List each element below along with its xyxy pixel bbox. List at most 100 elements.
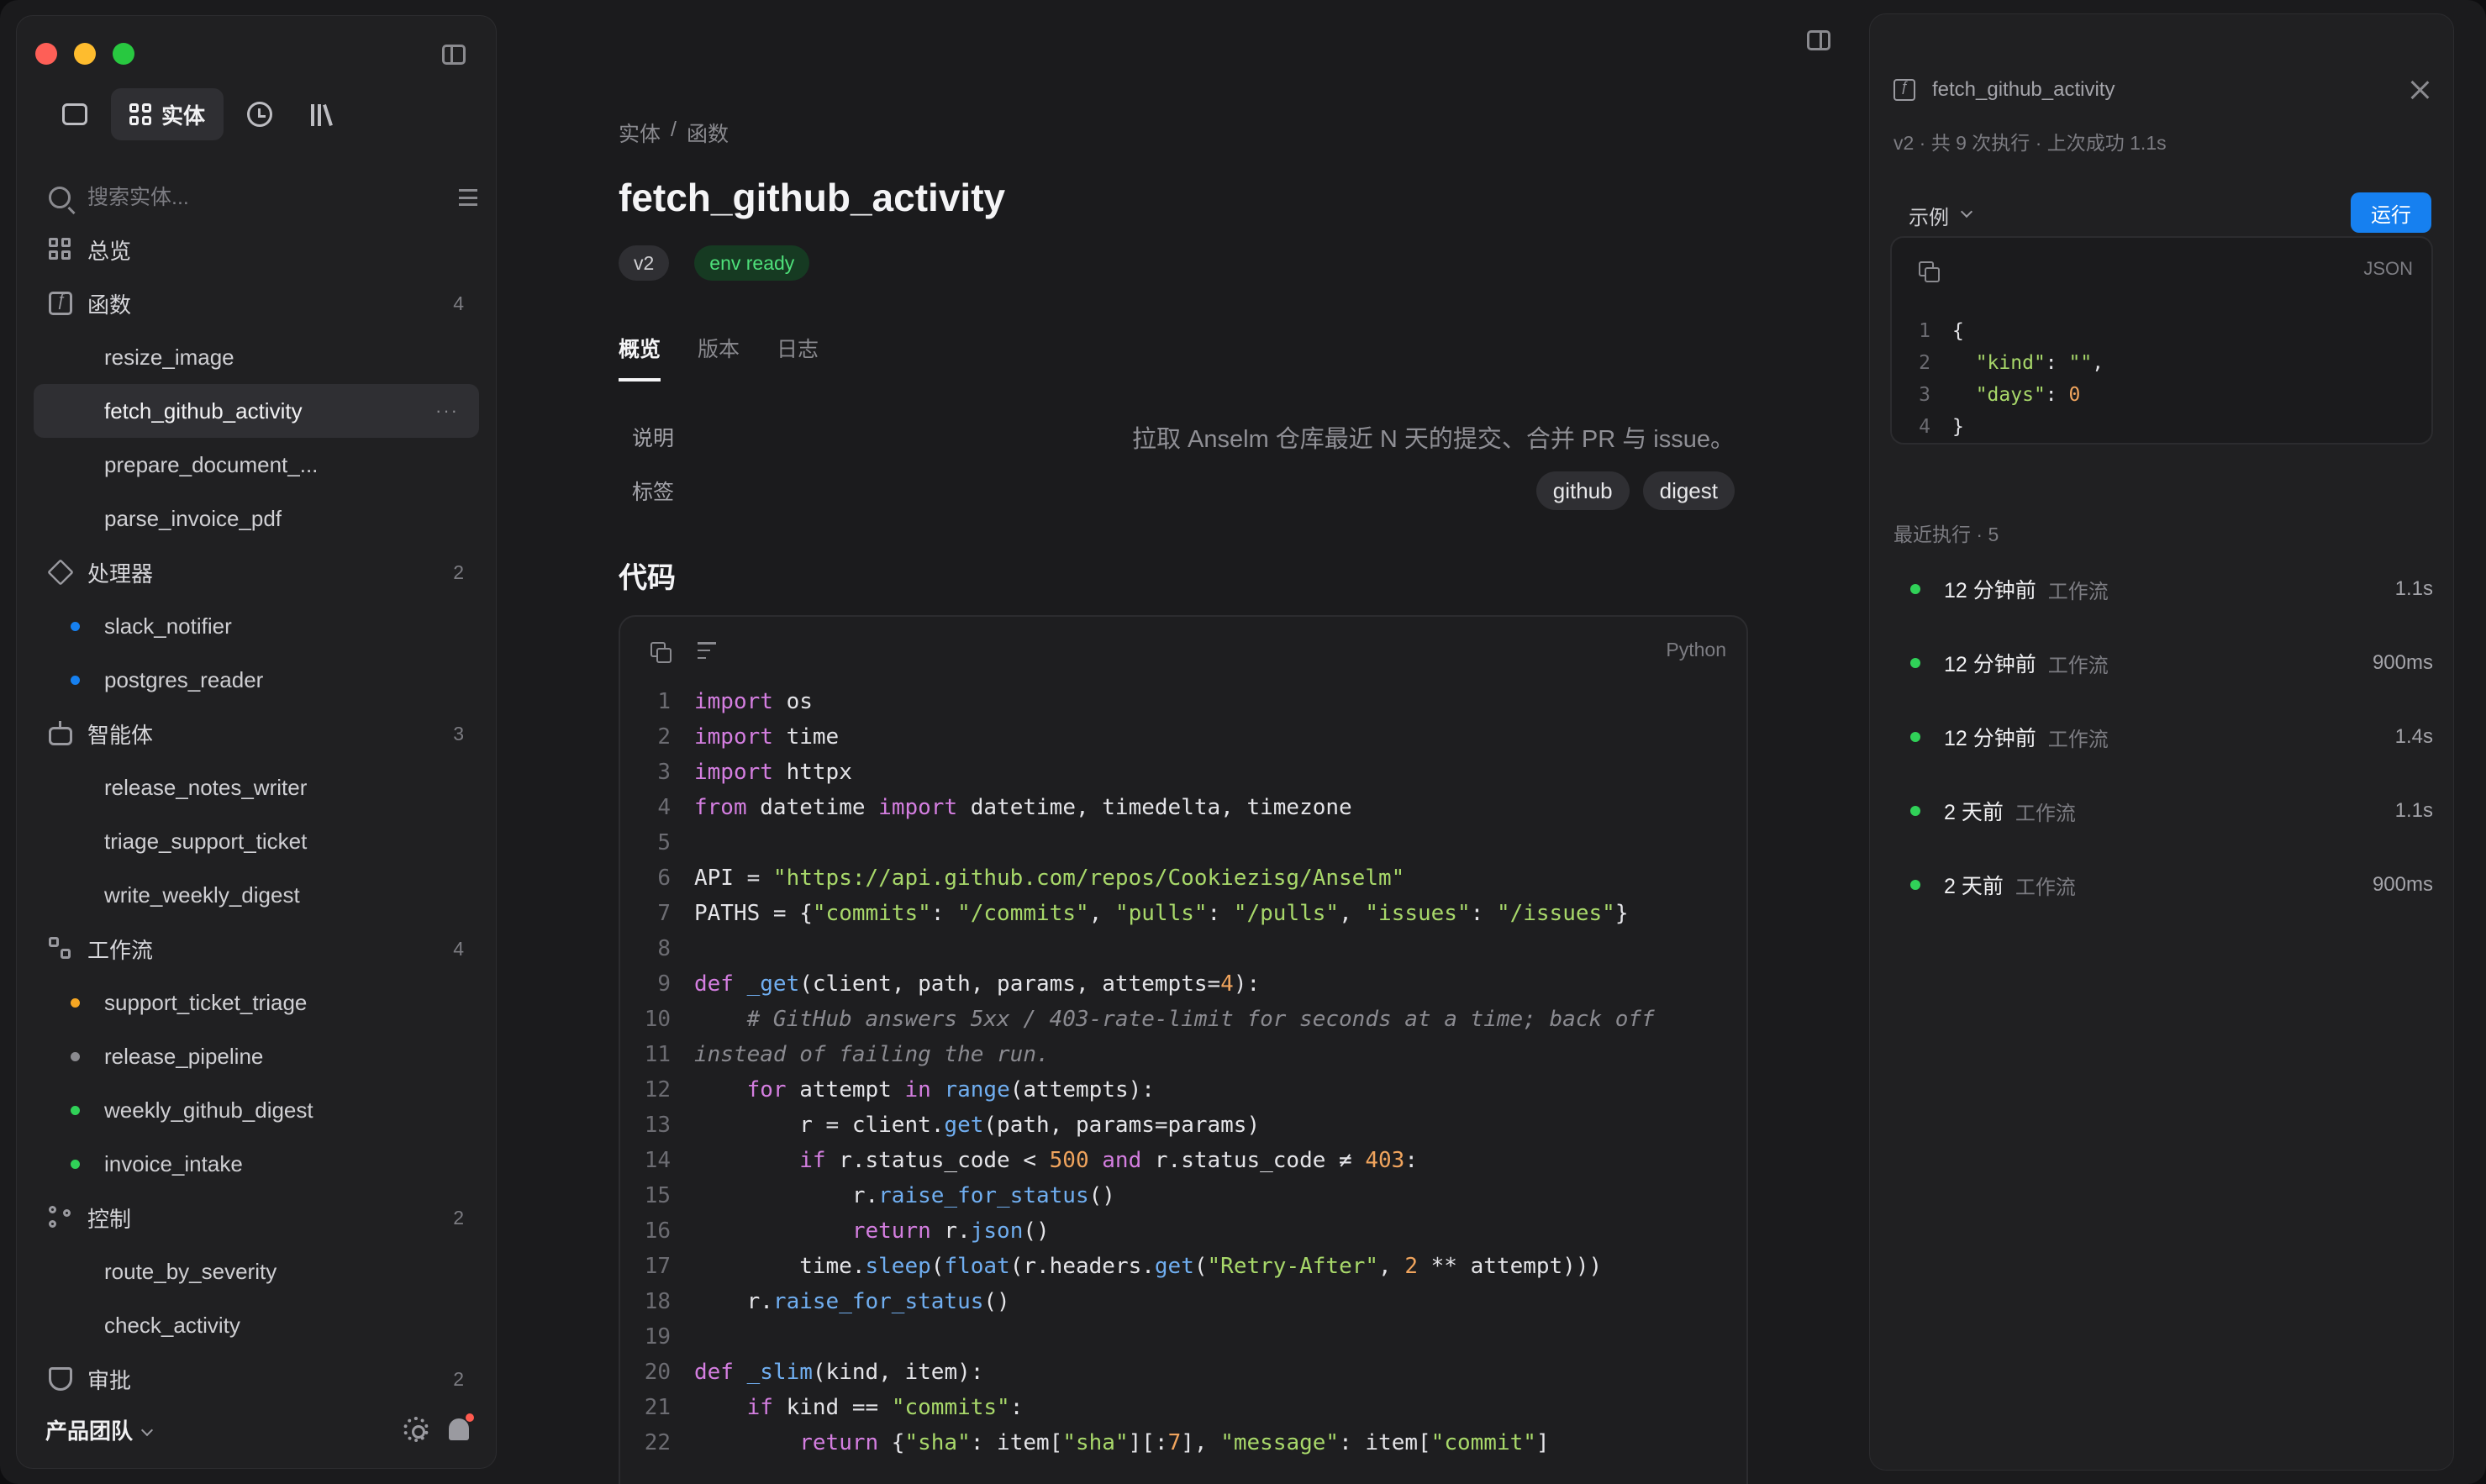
run-row[interactable]: 2 天前 工作流 1.1s [1893,774,2433,848]
line-content: return r.json() [851,1218,1050,1244]
line-number: 14 [644,1148,671,1173]
sidebar-item-entity[interactable]: prepare_document_... [34,438,479,492]
gear-icon[interactable] [403,1417,429,1442]
sidebar-item-entity[interactable]: check_activity [34,1298,479,1352]
history-mode-button[interactable] [234,88,286,140]
breadcrumb-functions[interactable]: 函数 [687,118,729,148]
tag-chip[interactable]: github [1535,471,1630,510]
sidebar-group-functions[interactable]: 函数 4 [34,276,479,330]
minimize-window-button[interactable] [74,43,96,65]
run-time: 12 分钟前 [1944,579,2036,603]
run-duration: 1.4s [2394,725,2433,748]
sidebar-item-overview[interactable]: 总览 [34,223,479,276]
sidebar-item-entity[interactable]: postgres_reader [34,653,479,707]
run-row[interactable]: 12 分钟前 工作流 1.4s [1893,700,2433,774]
line-number: 16 [644,1218,671,1244]
filter-icon[interactable] [459,189,477,206]
tabs: 概览 版本 日志 [619,333,819,382]
code-line: 11 instead of failing the run. [620,1037,1746,1072]
tab-overview[interactable]: 概览 [619,333,661,382]
sidebar-group-count: 2 [453,560,464,583]
sidebar-item-entity[interactable]: resize_image [34,330,479,384]
run-time: 12 分钟前 [1944,653,2036,676]
tag-chip[interactable]: digest [1642,471,1735,510]
json-language-label: JSON [2363,258,2413,279]
tab-logs[interactable]: 日志 [777,333,819,382]
run-row[interactable]: 12 分钟前 工作流 1.1s [1893,552,2433,626]
entities-mode-button[interactable]: 实体 [111,88,224,140]
team-switcher[interactable]: 产品团队 [45,1414,154,1445]
sidebar-item-entity[interactable]: release_pipeline [34,1029,479,1083]
json-input-editor[interactable]: JSON 1{2 "kind": "", 3 "days": 0 4} [1890,236,2433,445]
sidebar-group-workflows[interactable]: 工作流 4 [34,922,479,976]
close-icon[interactable] [2410,80,2430,100]
copy-icon[interactable] [1919,261,1940,282]
sidebar-group-agents[interactable]: 智能体 3 [34,707,479,760]
run-time: 2 天前 [1944,801,2004,824]
more-options-icon[interactable]: ··· [435,400,459,422]
chat-mode-button[interactable] [49,88,101,140]
run-trigger-type: 工作流 [2015,876,2076,899]
badges: v2 env ready [619,245,810,281]
line-content: r.raise_for_status() [694,1183,1115,1208]
page-title: fetch_github_activity [619,176,1006,219]
code-line: 16 return r.json() [620,1213,1746,1249]
sidebar-group-processors[interactable]: 处理器 2 [34,545,479,599]
run-trigger-type: 工作流 [2047,654,2109,677]
line-content: if r.status_code < 500 and r.status_code… [799,1148,1418,1173]
sidebar-item-label: write_weekly_digest [104,881,300,908]
sidebar-item-entity[interactable]: route_by_severity [34,1245,479,1298]
sidebar-toggle-icon[interactable] [442,45,466,65]
code-line: 7 PATHS = {"commits": "/commits", "pulls"… [620,896,1746,931]
sidebar-group-controls[interactable]: 控制 2 [34,1191,479,1245]
sidebar-item-entity[interactable]: fetch_github_activity ··· [34,384,479,438]
sidebar-item-label: parse_invoice_pdf [104,505,282,531]
line-number: 4 [1919,416,1930,438]
example-dropdown[interactable]: 示例 [1909,201,1973,230]
code-line: 1{ [1892,315,2104,347]
run-duration: 1.1s [2394,577,2433,600]
breadcrumb-entities[interactable]: 实体 [619,118,661,148]
tab-versions[interactable]: 版本 [698,333,740,382]
run-button[interactable]: 运行 [2351,192,2431,233]
line-content: } [1952,416,1964,438]
code-line: 5 [620,825,1746,860]
line-number: 1 [657,689,671,714]
maximize-window-button[interactable] [113,43,134,65]
copy-icon[interactable] [650,642,672,663]
sidebar-item-label: invoice_intake [104,1150,243,1176]
version-badge: v2 [619,245,670,281]
run-row[interactable]: 2 天前 工作流 900ms [1893,848,2433,922]
recent-runs-list: 12 分钟前 工作流 1.1s 12 分钟前 工作流 900ms 12 分钟前 工作流 1.4s… [1893,552,2433,922]
sidebar-item-entity[interactable]: parse_invoice_pdf [34,492,479,545]
panel-toggle-icon[interactable] [1807,30,1830,50]
sidebar-group-label: 工作流 [87,937,154,963]
search-input[interactable] [87,185,407,210]
success-status-dot [1910,880,1920,890]
status-dot [71,1052,80,1061]
sidebar-item-label: prepare_document_... [104,451,319,477]
sidebar-item-entity[interactable]: invoice_intake [34,1137,479,1191]
line-number: 19 [644,1324,671,1350]
sidebar-group-count: 4 [453,292,464,314]
sidebar-item-entity[interactable]: triage_support_ticket [34,814,479,868]
library-mode-button[interactable] [296,88,348,140]
code-line: 2 "kind": "", [1892,347,2104,379]
sidebar-item-entity[interactable]: slack_notifier [34,599,479,653]
sidebar-item-entity[interactable]: weekly_github_digest [34,1083,479,1137]
line-number: 10 [644,1007,671,1032]
line-content: "days": 0 [1975,384,2081,406]
sidebar-item-entity[interactable]: release_notes_writer [34,760,479,814]
run-duration: 900ms [2372,651,2433,674]
wrap-lines-icon[interactable] [698,642,716,659]
run-trigger-type: 工作流 [2015,802,2076,825]
run-row[interactable]: 12 分钟前 工作流 900ms [1893,626,2433,700]
sidebar-item-entity[interactable]: support_ticket_triage [34,976,479,1029]
code-line: 3 "days": 0 [1892,379,2104,411]
sidebar-group-label: 控制 [87,1206,132,1232]
bell-icon[interactable] [449,1413,474,1440]
sidebar-footer: 产品团队 [17,1391,498,1468]
run-time: 12 分钟前 [1944,727,2036,750]
close-window-button[interactable] [35,43,57,65]
sidebar-item-entity[interactable]: write_weekly_digest [34,868,479,922]
